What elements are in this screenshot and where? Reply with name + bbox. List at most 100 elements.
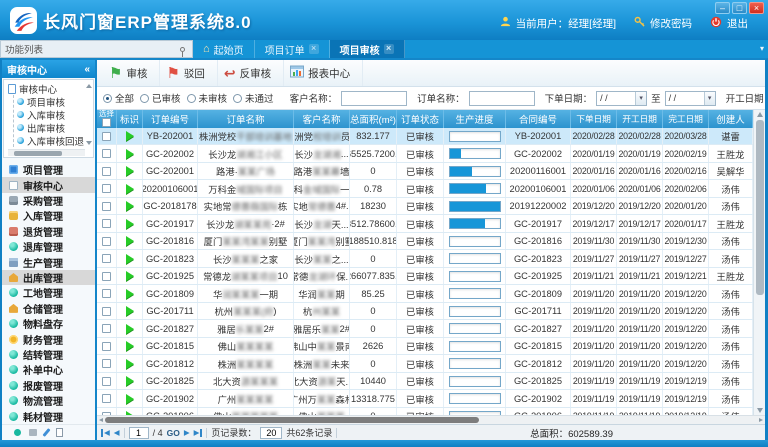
sidebar-item-material-inventory[interactable]: 物料盘存	[2, 316, 95, 331]
report-center-button[interactable]: 报表中心	[284, 60, 363, 86]
scrollbar-thumb[interactable]	[105, 417, 479, 423]
go-button[interactable]: GO	[167, 428, 180, 438]
close-button[interactable]: ×	[749, 2, 764, 14]
row-checkbox[interactable]	[102, 219, 111, 228]
tab-project-orders[interactable]: 项目订单×	[255, 40, 330, 58]
sidebar-item-purchase-mgmt[interactable]: 采购管理	[2, 193, 95, 208]
row-checkbox[interactable]	[102, 149, 111, 158]
table-row[interactable]: GC-201925常德龙湖某某项目10常德龙湖环保...266077.835..…	[97, 268, 753, 286]
tree-item-project-audit[interactable]: 项目审核	[17, 95, 85, 108]
row-checkbox[interactable]	[102, 237, 111, 246]
reverse-audit-button[interactable]: ↩反审核	[218, 60, 284, 86]
row-checkbox[interactable]	[102, 359, 111, 368]
table-row[interactable]: GC-201812株洲某某某某株洲某某未来0已审核GC-2018122019/1…	[97, 355, 753, 373]
sidebar-item-inbound-mgmt[interactable]: 入库管理	[2, 208, 95, 223]
minimize-button[interactable]: –	[715, 2, 730, 14]
next-page-button[interactable]: ▶	[184, 429, 190, 437]
table-row[interactable]: YB-202001株洲党校干部培训基地株洲党校培训员...832.177已审核Y…	[97, 128, 753, 146]
table-row[interactable]: GC-201906佛山某某某某某佛山某某某0已审核GC-2019062019/1…	[97, 408, 753, 415]
sidebar-item-supplement-center[interactable]: 补单中心	[2, 362, 95, 377]
first-page-button[interactable]: ◀	[101, 429, 110, 437]
edit-icon[interactable]	[42, 428, 50, 437]
row-checkbox[interactable]	[102, 289, 111, 298]
row-checkbox[interactable]	[102, 202, 111, 211]
cart-icon[interactable]	[29, 429, 37, 436]
vertical-scrollbar[interactable]	[753, 110, 765, 415]
table-row[interactable]: GC-2018178实地常德蔷薇国际栋实地常德蔷4#...18230已审核201…	[97, 198, 753, 216]
sidebar-item-stock-return-mgmt[interactable]: 退库管理	[2, 239, 95, 254]
table-row[interactable]: GC-202002长沙龙湖湘江小区长沙龙湖湘...65525.7200..已审核…	[97, 145, 753, 163]
table-row[interactable]: GC-201711杭州某某某(府)杭州某某0已审核GC-2017112019/1…	[97, 303, 753, 321]
row-checkbox[interactable]	[102, 377, 111, 386]
collapse-panel-icon[interactable]: «	[84, 64, 90, 75]
order-date-to-picker[interactable]: / /▾	[665, 91, 716, 106]
tab-project-audit[interactable]: 项目审核×	[330, 40, 405, 58]
sidebar-item-consumables-mgmt[interactable]: 耗材管理	[2, 409, 95, 424]
reject-button[interactable]: ⚑驳回	[160, 60, 217, 86]
scroll-left-icon[interactable]	[99, 418, 103, 422]
table-row[interactable]: GC-201825北大资源某某某北大资源某天...10440已审核GC-2018…	[97, 373, 753, 391]
table-row[interactable]: 20200106001万科金域国际项目万科金域国际一期0.78已审核202001…	[97, 180, 753, 198]
radio-audited[interactable]: 已审核	[140, 91, 181, 105]
row-checkbox[interactable]	[102, 324, 111, 333]
sidebar-item-audit-center[interactable]: 审核中心	[2, 177, 95, 192]
tree-horizontal-scrollbar[interactable]	[8, 149, 85, 156]
last-page-button[interactable]: ▶	[194, 429, 203, 437]
row-checkbox[interactable]	[102, 132, 111, 141]
sidebar-item-production-mgmt[interactable]: 生产管理	[2, 254, 95, 269]
tree-root-audit-center[interactable]: 审核中心	[8, 82, 85, 95]
sidebar-item-site-mgmt[interactable]: 工地管理	[2, 285, 95, 300]
sidebar-item-logistics-mgmt[interactable]: 物流管理	[2, 393, 95, 408]
prev-page-button[interactable]: ◀	[114, 429, 120, 437]
tree-item-inbound-audit-rollback[interactable]: 入库审核回退	[17, 134, 85, 147]
sidebar-item-project-mgmt[interactable]: 项目管理	[2, 162, 95, 177]
change-password-link[interactable]: 修改密码	[650, 16, 692, 31]
close-tab-icon[interactable]: ×	[384, 44, 394, 54]
order-name-input[interactable]	[469, 91, 535, 106]
radio-icon[interactable]	[233, 94, 242, 103]
order-date-from-picker[interactable]: / /▾	[596, 91, 647, 106]
table-row[interactable]: GC-201815佛山某某某某佛山中某某景南2626已审核GC-20181520…	[97, 338, 753, 356]
table-row[interactable]: GC-202001路港·某某广场路港某某幕墙0已审核20200116001202…	[97, 163, 753, 181]
row-checkbox[interactable]	[102, 307, 111, 316]
radio-rejected[interactable]: 未通过	[233, 91, 274, 105]
sidebar-item-carryover-mgmt[interactable]: 结转管理	[2, 347, 95, 362]
radio-icon[interactable]	[187, 94, 196, 103]
circle-icon[interactable]	[14, 429, 21, 436]
maximize-button[interactable]: □	[732, 2, 747, 14]
chevron-down-icon[interactable]: ▾	[635, 92, 646, 105]
tab-home[interactable]: ⌂起始页	[193, 40, 255, 58]
table-row[interactable]: GC-201816厦门某某湾某某别墅厦门某某湾别墅188510.818已审核GC…	[97, 233, 753, 251]
table-row[interactable]: GC-201809华润某某某一期华润某某期85.25已审核GC-20180920…	[97, 285, 753, 303]
table-row[interactable]: GC-201827雅居乐某某2#雅居乐某某2#0已审核GC-2018272019…	[97, 320, 753, 338]
close-tab-icon[interactable]: ×	[309, 44, 319, 54]
scroll-right-icon[interactable]	[759, 418, 763, 422]
table-row[interactable]: GC-201902广州某某某某广州万某某森林13318.775已审核GC-201…	[97, 390, 753, 408]
row-checkbox[interactable]	[102, 254, 111, 263]
row-checkbox[interactable]	[102, 272, 111, 281]
horizontal-scrollbar[interactable]	[97, 415, 765, 424]
document-icon[interactable]	[56, 428, 63, 437]
audit-button[interactable]: ⚑审核	[103, 60, 160, 86]
logout-link[interactable]: 退出	[727, 16, 748, 31]
page-number-input[interactable]	[129, 427, 149, 439]
row-checkbox[interactable]	[102, 394, 111, 403]
scrollbar-thumb[interactable]	[14, 151, 62, 156]
scroll-down-icon[interactable]	[86, 141, 92, 145]
sidebar-item-finance-mgmt[interactable]: 财务管理	[2, 331, 95, 346]
radio-unaudited[interactable]: 未审核	[187, 91, 228, 105]
scroll-down-icon[interactable]	[757, 408, 763, 413]
radio-icon[interactable]	[140, 94, 149, 103]
sidebar-item-returns-mgmt[interactable]: 退货管理	[2, 224, 95, 239]
function-list-box[interactable]: 功能列表	[0, 40, 193, 58]
page-size-input[interactable]	[260, 427, 282, 439]
select-all-checkbox[interactable]	[102, 118, 111, 127]
table-row[interactable]: GC-201823长沙某某某之家长沙某某之...0已审核GC-201823201…	[97, 250, 753, 268]
row-checkbox[interactable]	[102, 184, 111, 193]
radio-icon[interactable]	[103, 94, 112, 103]
tree-item-outbound-audit[interactable]: 出库审核	[17, 121, 85, 134]
chevron-down-icon[interactable]: ▾	[704, 92, 715, 105]
customer-name-input[interactable]	[341, 91, 407, 106]
radio-all[interactable]: 全部	[103, 91, 134, 105]
scrollbar-thumb[interactable]	[756, 120, 764, 295]
